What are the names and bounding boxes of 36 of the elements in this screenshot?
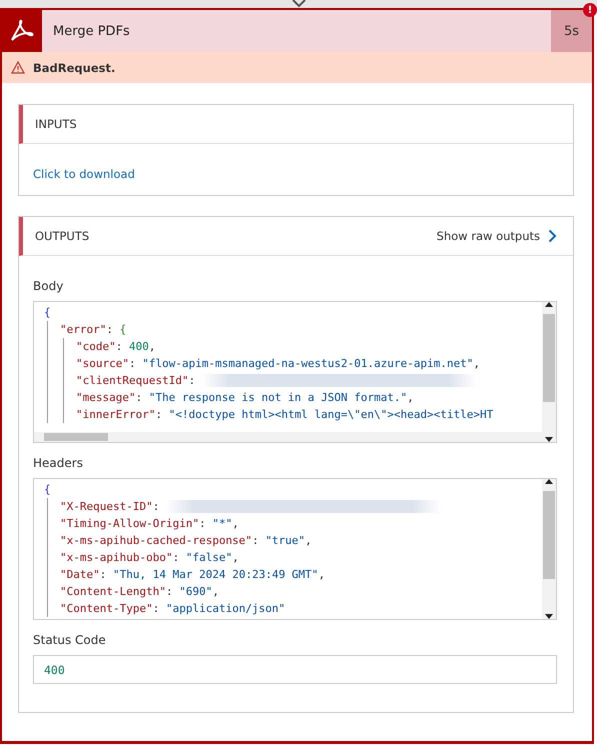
code-line: "source": "flow-apim-msmanaged-na-westus2-01.azure-apim.net", <box>76 356 481 372</box>
code-viewer[interactable] <box>33 478 557 620</box>
code-line: "X-Request-ID": <box>60 498 540 515</box>
code-viewer[interactable] <box>33 301 557 443</box>
code-line: "code": 400, <box>76 339 156 355</box>
chevron-right-icon <box>548 229 557 243</box>
code-line: { <box>44 305 52 321</box>
scroll-up-icon[interactable] <box>545 302 553 307</box>
vertical-scrollbar[interactable] <box>542 479 556 619</box>
section-title: OUTPUTS <box>35 229 90 243</box>
field-label: Headers <box>33 456 84 470</box>
section-title: INPUTS <box>35 117 77 131</box>
code-line: "clientRequestId": <box>76 372 540 389</box>
field-label: Body <box>33 279 64 293</box>
code-line: "Timing-Allow-Origin": "*", <box>60 516 240 532</box>
code-line: "Date": "Thu, 14 Mar 2024 20:23:49 GMT", <box>60 567 326 583</box>
action-title: Merge PDFs <box>52 22 131 40</box>
download-link[interactable]: Click to download <box>33 167 135 181</box>
code-line: "Content-Type": "application/json" <box>60 601 286 617</box>
code-line: { <box>44 482 52 498</box>
code-line: "message": "The response is not in a JSON format.", <box>76 390 415 406</box>
field-label: Status Code <box>33 633 107 647</box>
horizontal-scrollbar[interactable] <box>34 432 542 442</box>
code-line: "error": { <box>60 322 128 338</box>
status-code-field: 400 <box>33 655 557 684</box>
vertical-scrollbar[interactable] <box>542 302 556 442</box>
scroll-down-icon[interactable] <box>545 437 553 442</box>
scroll-up-icon[interactable] <box>545 479 553 484</box>
warning-icon <box>11 61 25 74</box>
error-message: BadRequest. <box>33 60 116 74</box>
code-line: "innerError": "<!doctype html><html lang=\"en\"><head><title>HT <box>76 407 494 423</box>
scroll-down-icon[interactable] <box>545 614 553 619</box>
code-line: "x-ms-apihub-obo": "false", <box>60 550 240 566</box>
code-line: "Content-Length": "690", <box>60 584 220 600</box>
code-line: "x-ms-apihub-cached-response": "true", <box>60 533 313 549</box>
show-raw-outputs-button[interactable]: Show raw outputs <box>436 229 557 243</box>
